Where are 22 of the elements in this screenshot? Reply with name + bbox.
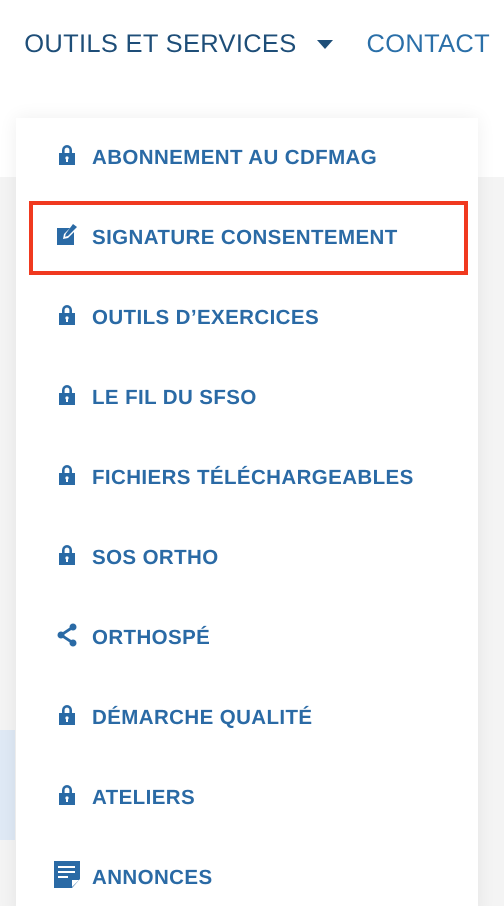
menu-item[interactable]: ATELIERS — [16, 758, 478, 838]
menu-item[interactable]: DÉMARCHE QUALITÉ — [16, 678, 478, 758]
share-icon — [55, 623, 79, 647]
nav-link[interactable]: OUTILS ET SERVICES — [24, 30, 333, 58]
menu-item[interactable]: OUTILS D’EXERCICES — [16, 278, 478, 358]
menu-item[interactable]: ABONNEMENT AU CDFMAG — [16, 118, 478, 198]
menu-item[interactable]: SOS ORTHO — [16, 518, 478, 598]
lock-icon — [58, 784, 76, 806]
edit-icon — [55, 223, 79, 247]
menu-item[interactable]: FICHIERS TÉLÉCHARGEABLES — [16, 438, 478, 518]
note-icon — [54, 861, 80, 889]
lock-icon — [58, 704, 76, 726]
lock-icon — [58, 144, 76, 166]
lock-icon — [58, 464, 76, 486]
menu-item[interactable]: LE FIL DU SFSO — [16, 358, 478, 438]
menu-item[interactable]: ORTHOSPÉ — [16, 598, 478, 678]
lock-icon — [58, 384, 76, 406]
menu-item[interactable]: SIGNATURE CONSENTEMENT — [29, 201, 468, 275]
menu-item[interactable]: ANNONCES — [16, 838, 478, 906]
lock-icon — [58, 544, 76, 566]
lock-icon — [58, 304, 76, 326]
nav-link[interactable]: CONTACT — [366, 30, 490, 58]
